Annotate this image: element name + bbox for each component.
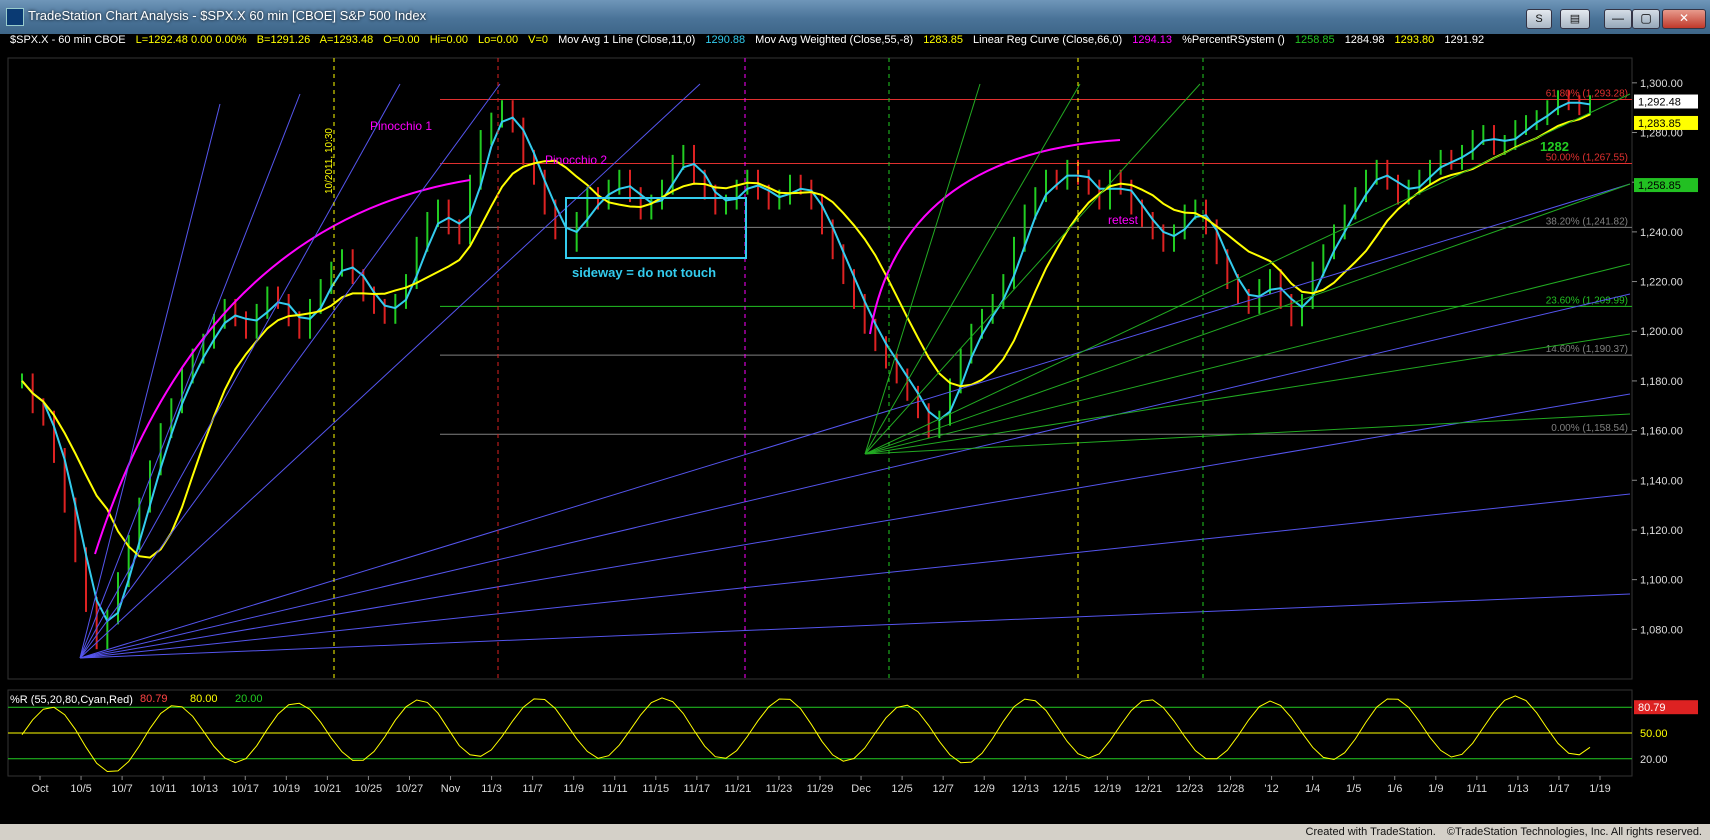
price-chart-svg: 1,300.001,280.001,260.001,240.001,220.00… [7,57,1698,795]
time-tick-label: 10/27 [396,783,424,795]
ma-fast-line [21,101,1591,623]
oscillator-level-low: 20.00 [235,693,263,705]
pinocchio-2-label: Pinocchio 2 [545,153,607,167]
time-tick-label: 1/19 [1589,783,1610,795]
time-tick-label: 11/3 [481,783,502,795]
time-tick-label: 10/7 [111,783,132,795]
oscillator-badge-text: 80.79 [1638,702,1666,714]
fib-level-label: 0.00% (1,158.54) [1551,423,1628,434]
fib-level-label: 14.60% (1,190.37) [1546,344,1628,355]
time-tick-label: 12/21 [1135,783,1163,795]
time-tick-label: 11/29 [807,783,834,795]
price-tick-label: 1,120.00 [1640,525,1683,537]
oscillator-title: %R (55,20,80,Cyan,Red) [10,694,133,706]
app-icon [6,8,24,26]
copyright-text: ©TradeStation Technologies, Inc. All rig… [1446,826,1702,838]
time-tick-label: 10/19 [273,783,301,795]
time-tick-label: 1/11 [1467,783,1488,795]
symbol-link-button[interactable]: S [1526,9,1552,29]
regression-arc-2 [869,139,1121,335]
pinocchio-1-label: Pinocchio 1 [370,119,432,133]
time-tick-label: Nov [441,783,461,795]
title-bar: TradeStation Chart Analysis - $SPX.X 60 … [0,0,1710,34]
created-with-text: Created with TradeStation. [1305,826,1436,838]
time-tick-label: 1/17 [1548,783,1569,795]
time-tick-label: 12/5 [891,783,912,795]
time-tick-label: 1/6 [1387,783,1402,795]
window-title: TradeStation Chart Analysis - $SPX.X 60 … [28,8,427,23]
time-tick-label: 11/17 [683,783,710,795]
price-tick-label: 1,300.00 [1640,78,1683,90]
time-tick-label: Oct [31,783,48,795]
gann-fan-line [79,93,301,659]
gann-fan-line [79,83,701,659]
time-tick-label: 1/5 [1346,783,1361,795]
time-tick-label: '12 [1264,783,1278,795]
time-tick-label: 10/21 [314,783,342,795]
time-tick-label: 12/7 [932,783,953,795]
price-tick-label: 1,180.00 [1640,376,1683,388]
price-panel-frame [7,57,1633,680]
time-tick-label: 12/28 [1217,783,1245,795]
time-tick-label: Dec [851,783,871,795]
gann-fan-line [79,183,1631,659]
last-price-flag-text: 1,283.85 [1638,118,1681,130]
oscillator-tick-50: 50.00 [1640,728,1668,740]
minimize-button[interactable]: — [1604,9,1632,29]
time-tick-label: 12/9 [973,783,994,795]
last-price-flag-text: 1,258.85 [1638,180,1681,192]
gann-fan-line [79,393,1631,659]
price-tick-label: 1,200.00 [1640,326,1683,338]
time-tick-label: 11/15 [642,783,669,795]
sideway-label: sideway = do not touch [572,265,716,280]
gann-fan-line [864,83,1081,455]
fib-level-label: 38.20% (1,241.82) [1546,216,1628,227]
oscillator-value: 80.79 [140,693,168,705]
price-tick-label: 1,140.00 [1640,475,1683,487]
price-tick-label: 1,100.00 [1640,575,1683,587]
close-button[interactable]: ✕ [1662,9,1706,29]
gann-fan-line [864,83,1201,455]
time-tick-label: 11/7 [522,783,543,795]
retest-label: retest [1108,213,1139,227]
chart-area[interactable]: $SPX.X - 60 min CBOE L=1292.48 0.00 0.00… [0,34,1710,840]
time-tick-label: 1/9 [1428,783,1443,795]
gann-fan-line [864,93,1631,455]
oscillator-tick-20: 20.00 [1640,754,1668,766]
price-tick-label: 1,220.00 [1640,277,1683,289]
sideway-box [565,197,747,259]
price-tick-label: 1,080.00 [1640,624,1683,636]
status-bar: Created with TradeStation. ©TradeStation… [0,824,1710,840]
time-tick-label: 11/23 [766,783,793,795]
last-price-flag-text: 1,292.48 [1638,97,1681,109]
time-tick-label: 10/25 [355,783,383,795]
gann-fan-line [79,83,501,659]
time-tick-label: 12/13 [1011,783,1039,795]
time-tick-label: 11/9 [563,783,584,795]
oscillator-level-high: 80.00 [190,693,218,705]
chart-menu-button[interactable]: ▤ [1560,9,1590,29]
fib-level-label: 50.00% (1,267.55) [1546,152,1628,163]
level-1282-label: 1282 [1540,139,1569,154]
time-tick-label: 10/17 [231,783,259,795]
gann-fan-line [79,493,1631,659]
time-tick-label: 10/11 [150,783,177,795]
gann-fan-line [79,83,401,659]
time-tick-label: 11/11 [602,783,628,795]
maximize-button[interactable]: ▢ [1632,9,1660,29]
time-tick-label: 10/13 [190,783,218,795]
time-tick-label: 12/19 [1094,783,1122,795]
time-tick-label: 1/13 [1507,783,1528,795]
time-tick-label: 12/15 [1053,783,1081,795]
price-tick-label: 1,240.00 [1640,227,1683,239]
time-tick-label: 1/4 [1305,783,1320,795]
gann-fan-line [864,333,1631,455]
gann-fan-line [79,103,221,659]
time-tick-label: 12/23 [1176,783,1204,795]
date-marker-label: 10/2011, 10:30 [324,128,335,194]
price-tick-label: 1,160.00 [1640,426,1683,438]
time-tick-label: 10/5 [70,783,91,795]
time-tick-label: 11/21 [725,783,752,795]
